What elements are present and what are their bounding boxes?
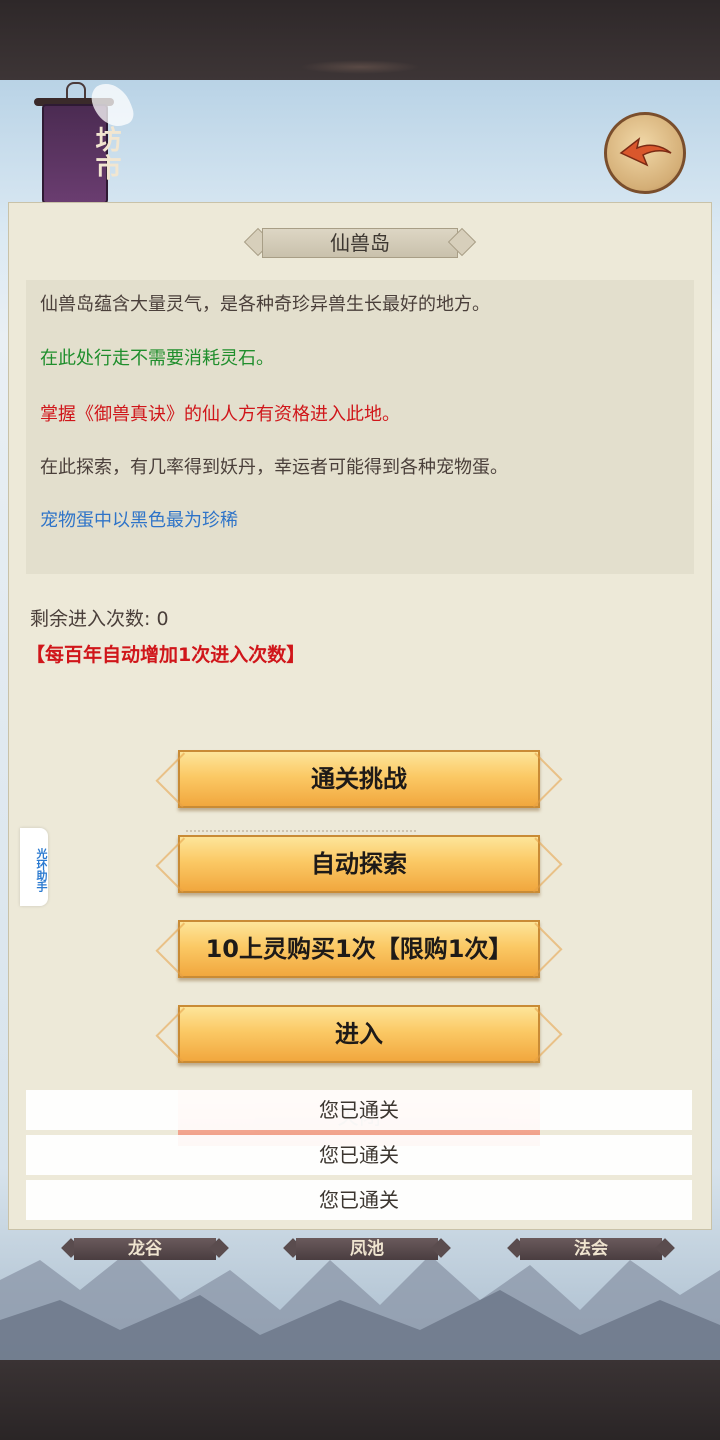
enter-button[interactable]: 进入 [178,1005,540,1063]
title-plate: 仙兽岛 [240,226,480,260]
nav-tab-dharma-assembly[interactable]: 法会 [506,1236,676,1262]
nav-tab-label: 凤池 [350,1239,384,1259]
market-banner: 坊市 [42,104,121,204]
description-line-1: 仙兽岛蕴含大量灵气，是各种奇珍异兽生长最好的地方。 [40,294,490,315]
nav-tab-phoenix-pool[interactable]: 凤池 [282,1236,452,1262]
toast-message: 您已通关 [26,1180,692,1220]
nav-tab-label: 法会 [574,1239,608,1259]
remaining-entries: 剩余进入次数: 0 [30,608,169,630]
assistant-side-tab[interactable]: 光环助手 [20,828,48,906]
auto-explore-button[interactable]: 自动探索 [178,835,540,893]
description-line-4: 在此探索，有几率得到妖丹，幸运者可能得到各种宠物蛋。 [40,457,508,478]
challenge-button[interactable]: 通关挑战 [178,750,540,808]
refresh-note: 【每百年自动增加1次进入次数】 [26,644,306,666]
top-bar [0,0,720,80]
panel-title: 仙兽岛 [330,231,390,255]
back-arrow-icon [619,137,672,167]
banner-text: 坊市 [91,126,121,182]
description-line-5: 宠物蛋中以黑色最为珍稀 [40,510,238,531]
buy-entry-button[interactable]: 10上灵购买1次【限购1次】 [178,920,540,978]
nav-tab-dragon-valley[interactable]: 龙谷 [60,1236,230,1262]
back-button[interactable] [604,112,686,194]
description-line-3: 掌握《御兽真诀》的仙人方有资格进入此地。 [40,404,400,425]
toast-message: 您已通关 [26,1135,692,1175]
nav-tab-label: 龙谷 [128,1239,162,1259]
description-line-2: 在此处行走不需要消耗灵石。 [40,348,274,369]
toast-message: 您已通关 [26,1090,692,1130]
top-ornament [300,60,420,74]
bottom-bar [0,1360,720,1440]
dotted-separator [186,830,416,832]
